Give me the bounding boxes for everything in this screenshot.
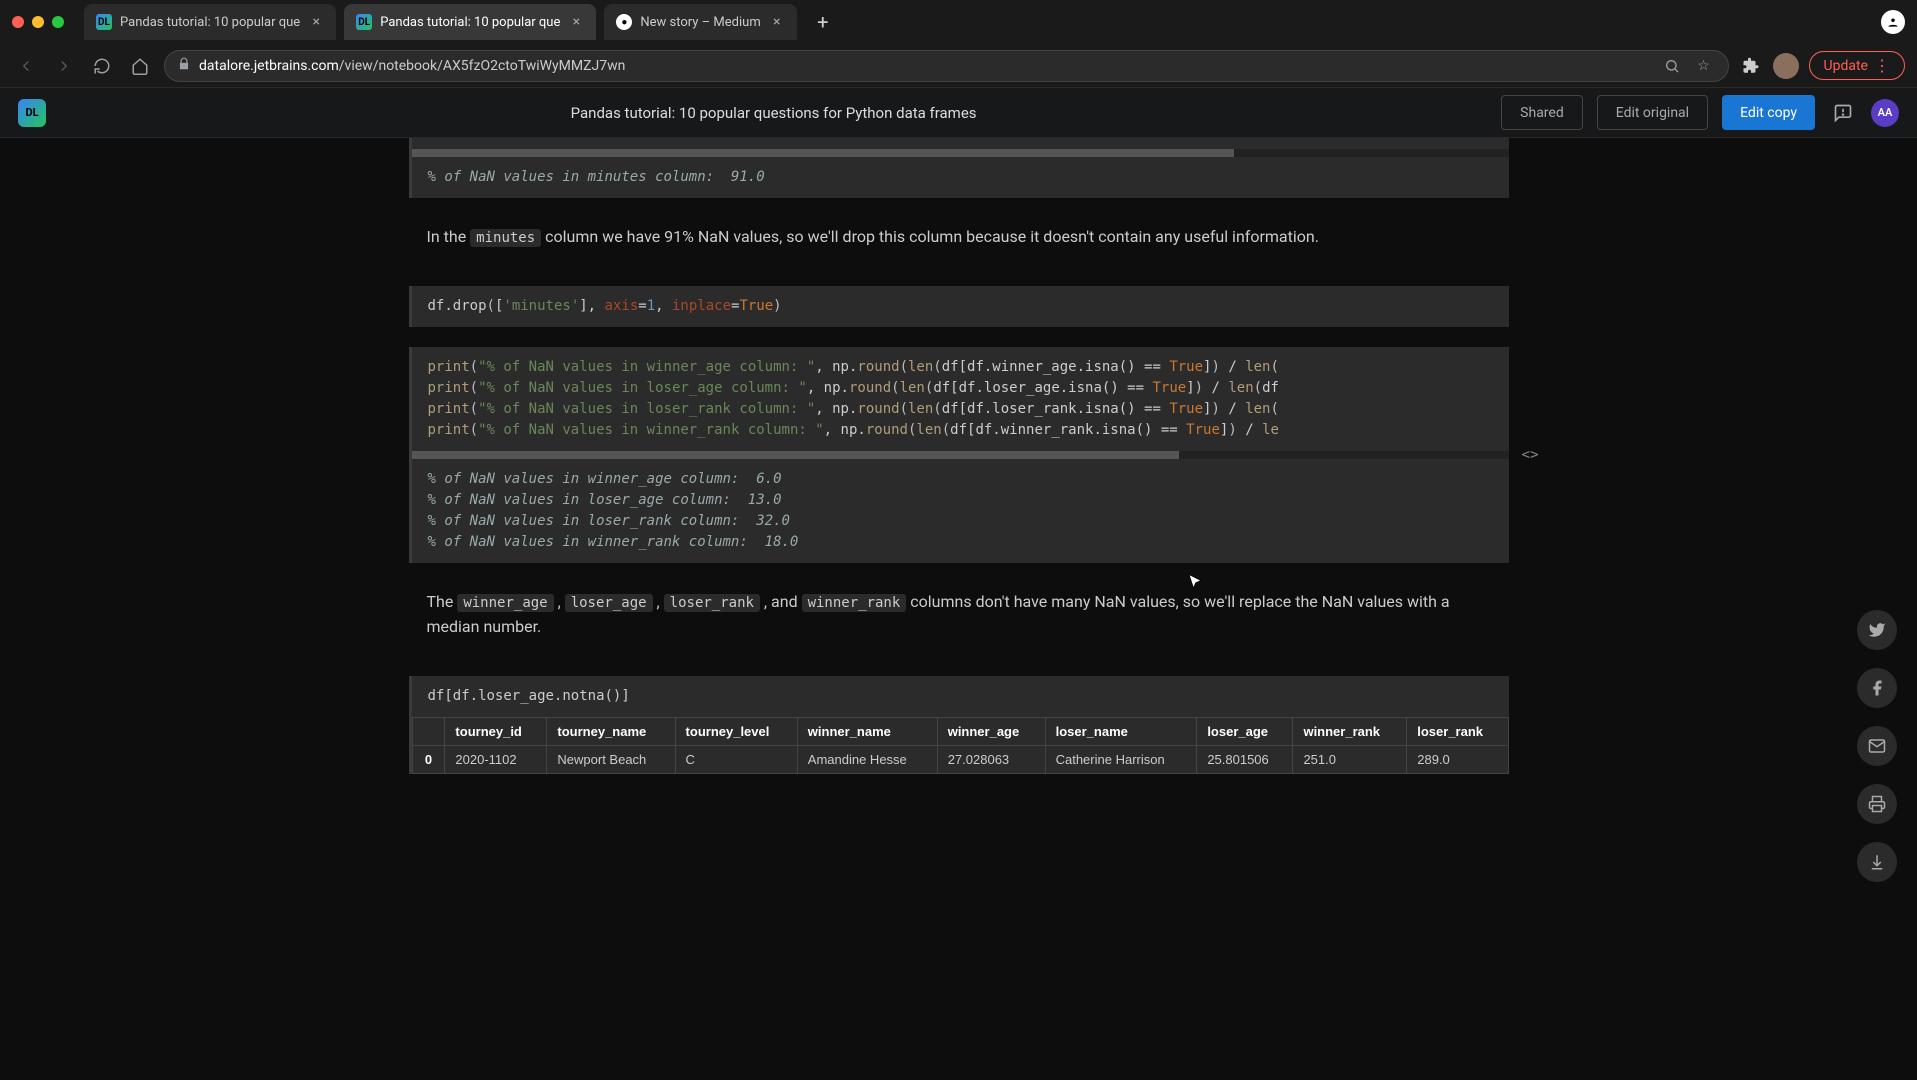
notebook: print("% of NaN values in minutes column…: [409, 138, 1509, 1080]
traffic-lights: [12, 16, 64, 28]
cell: 251.0: [1293, 745, 1407, 773]
cell: 25.801506: [1197, 745, 1293, 773]
text: , and: [760, 592, 802, 611]
download-icon[interactable]: [1857, 842, 1897, 882]
close-window[interactable]: [12, 16, 24, 28]
feedback-icon[interactable]: [1829, 99, 1857, 127]
search-icon[interactable]: [1660, 54, 1684, 78]
browser-tab-2[interactable]: ● New story – Medium ×: [604, 4, 796, 40]
bookmark-icon[interactable]: ☆: [1692, 54, 1716, 78]
cell: Amandine Hesse: [797, 745, 937, 773]
cell-5: df[df.loser_age.notna()] tourney_idtourn…: [409, 676, 1509, 774]
cell: Newport Beach: [547, 745, 675, 773]
cell-3: print("% of NaN values in winner_age col…: [409, 347, 1509, 563]
scrollbar-thumb[interactable]: [412, 451, 1180, 459]
insert-cell-icon[interactable]: <>: [1522, 447, 1539, 463]
column-header: tourney_id: [445, 717, 547, 745]
inline-code: loser_age: [565, 594, 653, 612]
column-header: loser_name: [1045, 717, 1197, 745]
code-block[interactable]: df.drop(['minutes'], axis=1, inplace=Tru…: [412, 286, 1509, 327]
edit-original-button[interactable]: Edit original: [1597, 95, 1708, 130]
tab-title: New story – Medium: [640, 15, 760, 30]
text: ,: [653, 592, 664, 611]
code-block[interactable]: print("% of NaN values in winner_age col…: [412, 347, 1509, 451]
column-header: loser_rank: [1407, 717, 1508, 745]
cell: 289.0: [1407, 745, 1508, 773]
user-avatar[interactable]: AA: [1871, 99, 1899, 127]
url-text: datalore.jetbrains.com/view/notebook/AX5…: [199, 58, 1652, 74]
cell: 27.028063: [937, 745, 1045, 773]
horizontal-scrollbar[interactable]: [412, 451, 1509, 459]
tab-title: Pandas tutorial: 10 popular que: [380, 15, 560, 30]
inline-code: winner_rank: [802, 594, 907, 612]
browser-tab-1[interactable]: DL Pandas tutorial: 10 popular que ×: [344, 4, 596, 40]
notebook-scroll[interactable]: print("% of NaN values in minutes column…: [0, 138, 1917, 1080]
close-tab-icon[interactable]: ×: [769, 14, 785, 30]
code-block[interactable]: print("% of NaN values in minutes column…: [412, 138, 1509, 149]
profile-avatar[interactable]: [1773, 53, 1799, 79]
column-header: tourney_name: [547, 717, 675, 745]
minimize-window[interactable]: [32, 16, 44, 28]
print-icon[interactable]: [1857, 784, 1897, 824]
new-tab-button[interactable]: +: [809, 8, 837, 36]
extensions-icon[interactable]: [1739, 54, 1763, 78]
column-header: winner_rank: [1293, 717, 1407, 745]
app-header: DL Pandas tutorial: 10 popular questions…: [0, 88, 1917, 138]
shared-button[interactable]: Shared: [1501, 95, 1583, 130]
cell-0: print("% of NaN values in minutes column…: [409, 138, 1509, 198]
reload-button[interactable]: [88, 52, 116, 80]
menu-icon[interactable]: ⋮: [1874, 56, 1890, 75]
column-header: winner_age: [937, 717, 1045, 745]
maximize-window[interactable]: [52, 16, 64, 28]
inline-code: loser_rank: [664, 594, 760, 612]
update-button[interactable]: Update ⋮: [1809, 51, 1905, 80]
column-header: winner_name: [797, 717, 937, 745]
close-tab-icon[interactable]: ×: [568, 14, 584, 30]
update-label: Update: [1824, 58, 1868, 74]
share-sidebar: [1857, 610, 1897, 882]
lock-icon: [177, 57, 191, 74]
facebook-icon[interactable]: [1857, 668, 1897, 708]
back-button[interactable]: [12, 52, 40, 80]
datalore-icon: DL: [356, 14, 372, 30]
text: In the: [427, 227, 471, 246]
text: column we have 91% NaN values, so we'll …: [541, 227, 1319, 246]
twitter-icon[interactable]: [1857, 610, 1897, 650]
browser-toolbar: datalore.jetbrains.com/view/notebook/AX5…: [0, 44, 1917, 88]
markdown-cell: In the minutes column we have 91% NaN va…: [409, 218, 1509, 256]
inline-code: minutes: [470, 229, 541, 247]
home-button[interactable]: [126, 52, 154, 80]
column-header: loser_age: [1197, 717, 1293, 745]
browser-tab-0[interactable]: DL Pandas tutorial: 10 popular que ×: [84, 4, 336, 40]
text: The: [427, 592, 458, 611]
datalore-logo[interactable]: DL: [18, 99, 46, 127]
output-block: % of NaN values in minutes column: 91.0: [412, 157, 1509, 198]
notebook-title: Pandas tutorial: 10 popular questions fo…: [60, 104, 1487, 122]
cell: Catherine Harrison: [1045, 745, 1197, 773]
column-header: tourney_level: [675, 717, 797, 745]
dataframe-table: tourney_idtourney_nametourney_levelwinne…: [412, 717, 1509, 774]
edit-copy-button[interactable]: Edit copy: [1722, 95, 1815, 130]
medium-icon: ●: [616, 14, 632, 30]
horizontal-scrollbar[interactable]: [412, 149, 1509, 157]
code-block[interactable]: df[df.loser_age.notna()]: [412, 676, 1509, 717]
forward-button[interactable]: [50, 52, 78, 80]
markdown-cell: The winner_age , loser_age , loser_rank …: [409, 583, 1509, 646]
email-icon[interactable]: [1857, 726, 1897, 766]
cell: C: [675, 745, 797, 773]
text: ,: [554, 592, 565, 611]
close-tab-icon[interactable]: ×: [308, 14, 324, 30]
row-index: 0: [412, 745, 445, 773]
cell: 2020-1102: [445, 745, 547, 773]
scrollbar-thumb[interactable]: [412, 149, 1235, 157]
output-block: % of NaN values in winner_age column: 6.…: [412, 459, 1509, 563]
cell-2: df.drop(['minutes'], axis=1, inplace=Tru…: [409, 286, 1509, 327]
inline-code: winner_age: [457, 594, 553, 612]
tab-title: Pandas tutorial: 10 popular que: [120, 15, 300, 30]
chrome-profile-button[interactable]: [1881, 10, 1905, 34]
datalore-icon: DL: [96, 14, 112, 30]
url-bar[interactable]: datalore.jetbrains.com/view/notebook/AX5…: [164, 50, 1729, 82]
window-titlebar: DL Pandas tutorial: 10 popular que × DL …: [0, 0, 1917, 44]
